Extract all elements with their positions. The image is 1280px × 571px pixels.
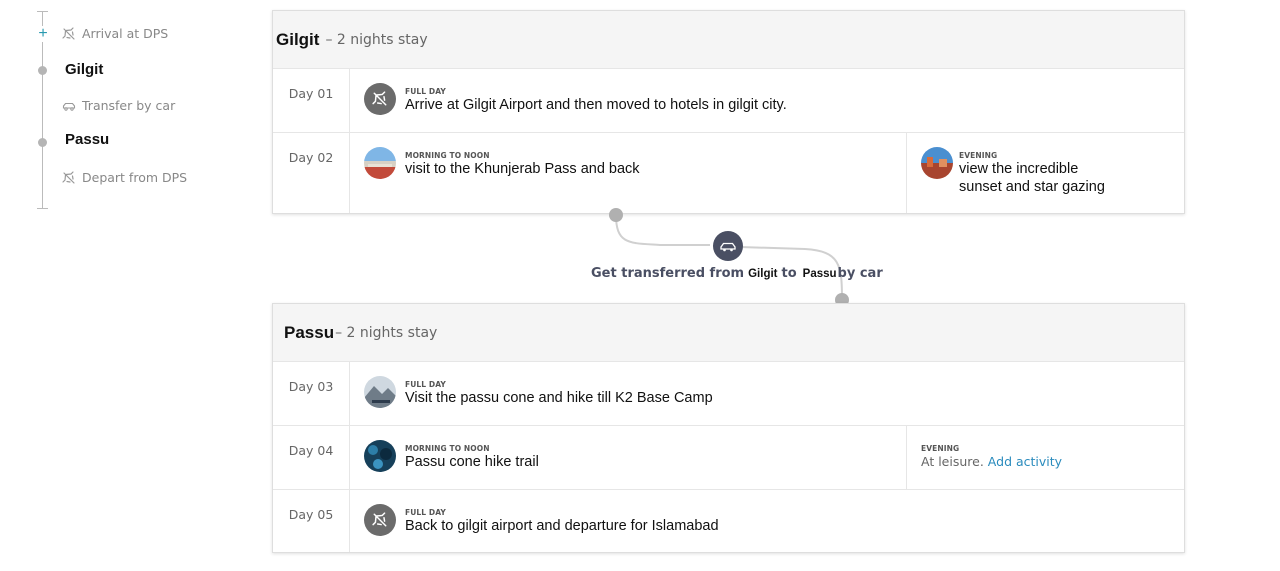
activity-text: Arrive at Gilgit Airport and then moved …: [405, 97, 787, 113]
day-label: Day 04: [273, 426, 350, 489]
card-city-name: Gilgit: [276, 29, 320, 49]
add-destination-icon[interactable]: +: [37, 26, 49, 42]
timeline-arrival[interactable]: Arrival at DPS: [62, 26, 168, 41]
activity-full-day[interactable]: FULL DAY Visit the passu cone and hike t…: [350, 362, 1184, 425]
timeline-transfer[interactable]: Transfer by car: [62, 98, 175, 113]
day-row: Day 01 FULL DAY Arrive at Gilgit Airport…: [273, 68, 1184, 132]
car-icon: [62, 102, 76, 111]
card-nights-stay: – 2 nights stay: [325, 31, 428, 48]
day-label: Day 02: [273, 133, 350, 213]
timeline-bottom-cap: [37, 208, 48, 209]
arrival-label: Arrival at DPS: [82, 26, 169, 41]
itinerary-timeline: + Arrival at DPS Gilgit Transfer by car …: [0, 0, 260, 571]
city-card-gilgit: Gilgit – 2 nights stay Day 01 FULL DAY A…: [272, 10, 1185, 214]
card-nights-stay: – 2 nights stay: [335, 324, 438, 341]
activity-text: Back to gilgit airport and departure for…: [405, 518, 719, 534]
activity-text: At leisure. Add activity: [921, 453, 1062, 471]
activity-evening[interactable]: EVENING view the incredible sunset and s…: [907, 133, 1184, 213]
activity-text: visit to the Khunjerab Pass and back: [405, 161, 640, 177]
time-tag: FULL DAY: [405, 380, 446, 389]
day-label: Day 03: [273, 362, 350, 425]
activity-photo: [364, 376, 396, 408]
time-tag: EVENING: [921, 444, 960, 453]
activity-photo: [921, 147, 953, 179]
day-label: Day 01: [273, 69, 350, 132]
activity-text: view the incredible sunset and star gazi…: [959, 161, 1105, 195]
card-header: Passu – 2 nights stay: [273, 304, 1184, 361]
activity-morning[interactable]: MORNING TO NOON Passu cone hike trail: [350, 426, 907, 489]
activity-photo: [364, 440, 396, 472]
car-icon: [713, 231, 743, 261]
card-header: Gilgit – 2 nights stay: [273, 11, 1184, 68]
timeline-depart[interactable]: Depart from DPS: [62, 170, 187, 185]
plane-icon: [364, 83, 396, 115]
activity-text: Visit the passu cone and hike till K2 Ba…: [405, 390, 713, 406]
time-tag: FULL DAY: [405, 508, 446, 517]
plane-icon: [62, 26, 75, 40]
plane-icon: [62, 170, 75, 184]
transfer-description: Get transferred from Gilgit to Passu by …: [591, 266, 883, 281]
depart-label: Depart from DPS: [82, 170, 188, 185]
transfer-from-city: Gilgit: [748, 268, 778, 280]
timeline-city-passu[interactable]: Passu: [65, 131, 109, 148]
day-row: Day 03 FULL DAY Visit the passu cone and…: [273, 361, 1184, 425]
activity-photo: [364, 147, 396, 179]
timeline-dot-passu: [38, 138, 47, 147]
transfer-prefix: Get transferred from: [591, 266, 745, 281]
timeline-dot-gilgit: [38, 66, 47, 75]
city-card-passu: Passu – 2 nights stay Day 03 FULL DAY Vi…: [272, 303, 1185, 553]
day-label: Day 05: [273, 490, 350, 552]
day-row: Day 02 MORNING TO NOON visit to the Khun…: [273, 132, 1184, 213]
add-activity-link[interactable]: Add activity: [988, 454, 1062, 469]
day-row: Day 04 MORNING TO NOON Passu cone hike t…: [273, 425, 1184, 489]
transfer-connector: [609, 208, 849, 307]
activity-full-day[interactable]: FULL DAY Back to gilgit airport and depa…: [350, 490, 1184, 552]
activity-full-day[interactable]: FULL DAY Arrive at Gilgit Airport and th…: [350, 69, 1184, 132]
card-city-name: Passu: [284, 322, 335, 342]
plane-icon: [364, 504, 396, 536]
transfer-label: Transfer by car: [82, 98, 176, 113]
leisure-text: At leisure.: [921, 454, 984, 469]
time-tag: MORNING TO NOON: [405, 444, 490, 453]
transfer-to-word: to: [781, 266, 797, 281]
activity-morning[interactable]: MORNING TO NOON visit to the Khunjerab P…: [350, 133, 907, 213]
time-tag: EVENING: [959, 151, 998, 160]
time-tag: MORNING TO NOON: [405, 151, 490, 160]
activity-evening: EVENING At leisure. Add activity: [907, 426, 1184, 489]
timeline-city-gilgit[interactable]: Gilgit: [65, 61, 103, 78]
activity-text: Passu cone hike trail: [405, 454, 539, 470]
transfer-to-city: Passu: [802, 268, 837, 280]
day-row: Day 05 FULL DAY Back to gilgit airport a…: [273, 489, 1184, 552]
transfer-suffix: by car: [837, 266, 883, 281]
time-tag: FULL DAY: [405, 87, 446, 96]
connector-start-dot: [609, 208, 623, 222]
